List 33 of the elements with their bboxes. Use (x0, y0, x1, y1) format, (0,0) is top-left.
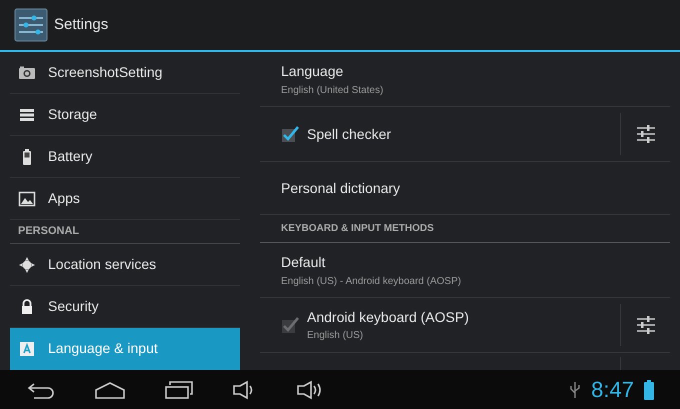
camera-icon (18, 64, 36, 82)
sidebar-item[interactable]: Location services (10, 244, 240, 286)
section-header: PERSONAL (18, 224, 80, 240)
sidebar-item[interactable]: ScreenshotSetting (10, 52, 240, 94)
preference-title: Language (281, 62, 344, 81)
preference-title: Spell checker (307, 124, 392, 144)
preference-row[interactable]: Spell checker (260, 107, 620, 161)
sidebar-item[interactable]: Battery (10, 136, 240, 178)
preference-row[interactable]: Language English (United States) (260, 52, 670, 107)
preference-title: Personal dictionary (281, 178, 402, 198)
preference-summary: English (US) - Android keyboard (AOSP) (281, 274, 462, 288)
home-icon[interactable] (94, 380, 126, 400)
clock: 8:47 (591, 376, 634, 404)
picture-icon (18, 190, 36, 208)
settings-app-icon[interactable] (14, 8, 48, 42)
preference-summary: English (US) (307, 329, 364, 343)
section-header: KEYBOARD & INPUT METHODS (281, 222, 434, 236)
location-icon (18, 256, 36, 274)
keyboard-letter-icon (18, 340, 36, 358)
preference-row[interactable]: Personal dictionary (260, 162, 670, 215)
checkbox[interactable] (281, 125, 299, 143)
preference-title: Default (281, 252, 326, 272)
battery-icon (644, 380, 654, 400)
preference-title: Android keyboard (AOSP) (307, 308, 469, 327)
preference-summary: English (United States) (281, 84, 384, 98)
settings-icon[interactable] (634, 314, 656, 336)
preference-row[interactable]: Default English (US) - Android keyboard (AOSP) (260, 243, 670, 298)
sidebar-item[interactable]: Storage (10, 94, 240, 136)
settings-icon[interactable] (634, 123, 656, 145)
recent-apps-icon[interactable] (164, 380, 194, 400)
usb-icon (569, 380, 582, 398)
window-title: Settings (54, 14, 108, 35)
sidebar-item[interactable]: Apps (10, 178, 240, 220)
